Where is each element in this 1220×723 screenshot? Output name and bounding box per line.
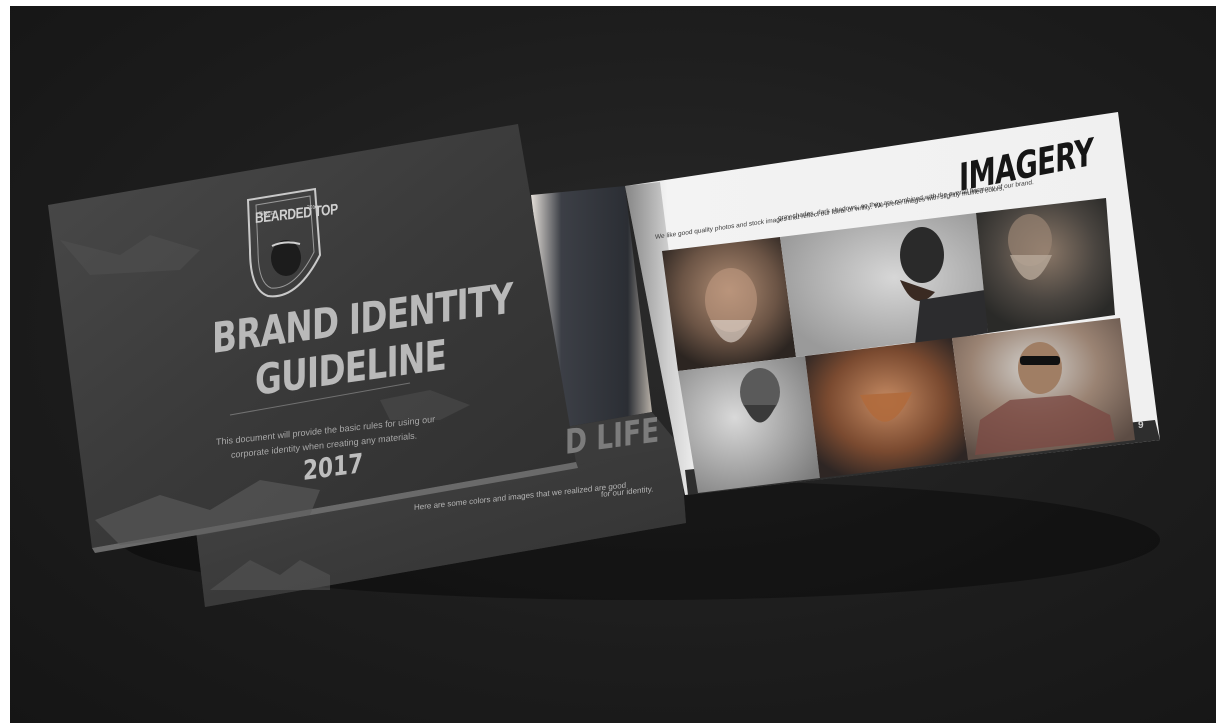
page-number: 9 [1138, 420, 1144, 431]
scene: SINCE 2016 BEARDED TOP BRAND IDENTITY GU… [0, 0, 1220, 723]
booklet-illustration [48, 112, 1160, 607]
